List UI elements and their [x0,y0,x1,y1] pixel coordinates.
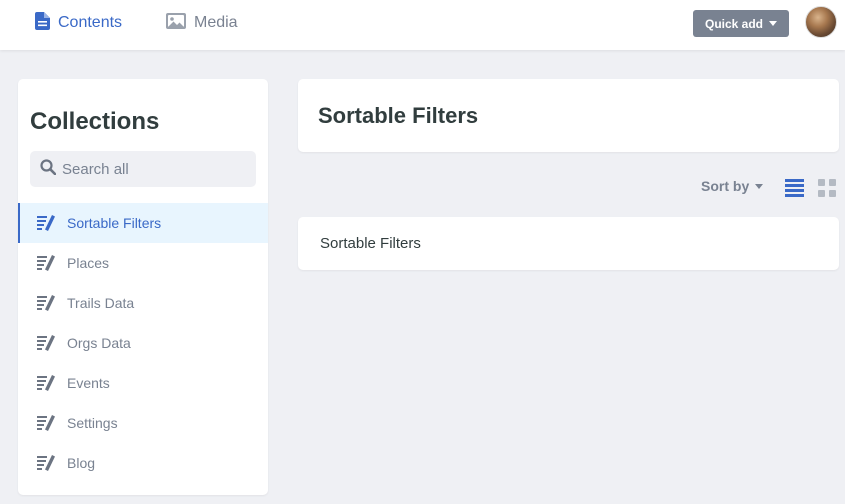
list-view-button[interactable] [785,179,804,202]
sidebar-item-places[interactable]: Places [18,243,268,283]
write-icon [37,375,55,391]
entry-title: Sortable Filters [320,235,421,252]
quick-add-label: Quick add [704,16,763,31]
search-icon [40,158,57,180]
search-box[interactable] [30,151,256,187]
grid-view-icon [818,179,836,201]
sidebar-item-label: Trails Data [67,295,135,311]
sidebar-item-label: Blog [67,455,96,471]
sidebar-item-label: Orgs Data [67,335,131,351]
sort-by-dropdown[interactable]: Sort by [701,178,764,194]
tab-contents-label: Contents [58,14,123,31]
sidebar-item-label: Sortable Filters [67,215,162,231]
sidebar-item-label: Places [67,255,110,271]
sidebar-item-sortable-filters[interactable]: Sortable Filters [18,203,268,243]
tab-contents[interactable]: Contents [35,0,122,46]
collections-sidebar: Collections Sortable Filters Places [18,79,268,495]
avatar[interactable] [805,6,837,38]
write-icon [37,335,55,351]
sidebar-item-label: Settings [67,415,118,431]
list-view-icon [785,179,804,201]
chevron-down-icon [755,183,764,189]
write-icon [37,295,55,311]
tab-media-label: Media [194,14,238,31]
search-input[interactable] [62,160,242,178]
tab-media[interactable]: Media [166,0,238,46]
page-title: Sortable Filters [318,103,479,128]
sidebar-item-label: Events [67,375,110,391]
collection-header: Sortable Filters [298,79,839,152]
grid-view-button[interactable] [818,179,836,202]
sidebar-item-orgs-data[interactable]: Orgs Data [18,323,268,363]
write-icon [37,415,55,431]
write-icon [37,215,55,231]
sidebar-title: Collections [30,108,160,135]
sidebar-item-trails-data[interactable]: Trails Data [18,283,268,323]
top-bar: Contents Media Quick add [0,0,845,50]
sidebar-item-blog[interactable]: Blog [18,443,268,483]
quick-add-button[interactable]: Quick add [693,10,789,37]
sidebar-item-settings[interactable]: Settings [18,403,268,443]
document-icon [35,11,50,35]
image-icon [166,12,186,34]
write-icon [37,255,55,271]
sort-by-label: Sort by [701,178,750,194]
chevron-down-icon [769,21,777,26]
entry-card[interactable]: Sortable Filters [298,217,839,270]
collection-list: Sortable Filters Places Trails Data Orgs… [18,203,268,483]
sidebar-item-events[interactable]: Events [18,363,268,403]
write-icon [37,455,55,471]
